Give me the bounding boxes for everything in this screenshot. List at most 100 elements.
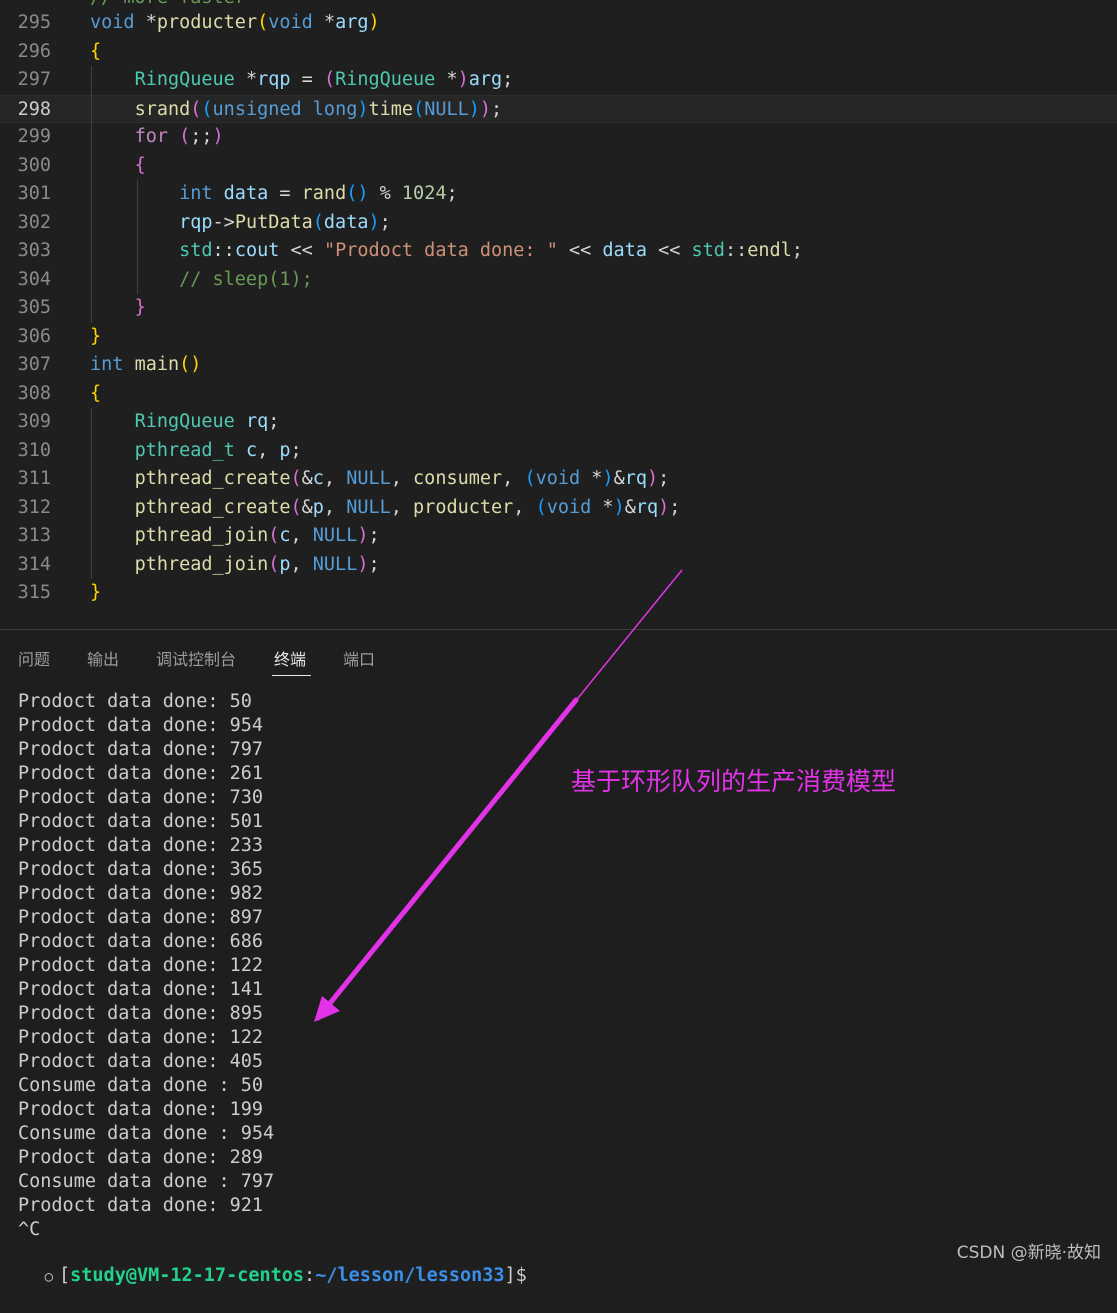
active-tab-underline — [272, 675, 311, 676]
terminal-line: Prodoct data done: 122 — [18, 955, 264, 976]
code-text: RingQueue *rqp = (RingQueue *)arg; — [134, 69, 514, 90]
indent-guide — [91, 408, 92, 579]
code-text: RingQueue rq; — [134, 411, 280, 432]
terminal-line: Prodoct data done: 141 — [18, 979, 264, 1000]
code-text: { — [90, 382, 102, 404]
indent-guide — [137, 180, 138, 294]
code-line[interactable]: 309 RingQueue rq; — [0, 408, 1117, 437]
code-text: rqp->PutData(data); — [179, 211, 391, 233]
code-line[interactable]: 311 pthread_create(&c, NULL, consumer, (… — [0, 465, 1117, 494]
code-line[interactable]: 312 pthread_create(&p, NULL, producter, … — [0, 494, 1117, 523]
prompt-path: ~/lesson/lesson33 — [315, 1265, 505, 1286]
line-number: 303 — [17, 240, 51, 261]
bottom-panel: 问题 输出 调试控制台 终端 端口 Prodoct data done: 50 P… — [0, 630, 1117, 1286]
line-number: 297 — [17, 69, 51, 90]
code-line[interactable]: 304 // sleep(1); — [0, 266, 1117, 295]
code-text: pthread_join(p, NULL); — [134, 553, 380, 575]
code-text: pthread_create(&p, NULL, producter, (voi… — [134, 496, 681, 518]
code-text: srand((unsigned long)time(NULL)); — [134, 98, 503, 120]
line-number: 310 — [17, 439, 51, 461]
code-editor[interactable]: // more faster 295 void *producter(void *… — [0, 0, 1117, 629]
terminal-line: Prodoct data done: 897 — [18, 907, 264, 928]
code-line[interactable]: 296 { — [0, 38, 1117, 67]
tab-ports[interactable]: 端口 — [343, 646, 375, 670]
code-line[interactable]: 302 rqp->PutData(data); — [0, 209, 1117, 238]
code-line[interactable]: 314 pthread_join(p, NULL); — [0, 551, 1117, 580]
line-number: 298 — [17, 98, 51, 120]
comment-text: // more faster — [90, 0, 246, 8]
terminal-line: Prodoct data done: 233 — [18, 835, 264, 856]
line-number: 300 — [17, 154, 51, 176]
terminal-line: Prodoct data done: 50 — [18, 691, 252, 712]
terminal-line: Prodoct data done: 261 — [18, 763, 264, 784]
code-text: // sleep(1); — [179, 268, 313, 290]
code-text: int data = rand() % 1024; — [179, 183, 458, 204]
terminal-line: Prodoct data done: 686 — [18, 931, 264, 952]
line-number: 299 — [17, 126, 51, 147]
tab-output[interactable]: 输出 — [87, 646, 119, 670]
code-line[interactable]: 300 { — [0, 152, 1117, 181]
indent-guide — [91, 66, 92, 323]
terminal-line: Prodoct data done: 730 — [18, 787, 264, 808]
line-number: 296 — [17, 40, 51, 62]
panel-tab-bar: 问题 输出 调试控制台 终端 端口 — [0, 630, 1117, 678]
code-text: void *producter(void *arg) — [90, 12, 380, 33]
line-number: 304 — [17, 268, 51, 290]
terminal-line: Prodoct data done: 797 — [18, 739, 264, 760]
line-number: 314 — [17, 553, 51, 575]
terminal-line: Prodoct data done: 921 — [18, 1195, 264, 1216]
terminal-line: Consume data done : 797 — [18, 1171, 275, 1192]
code-line[interactable]: 297 RingQueue *rqp = (RingQueue *)arg; — [0, 66, 1117, 95]
line-number: 309 — [17, 411, 51, 432]
prompt-user-host: study@VM-12-17-centos — [70, 1265, 305, 1286]
code-line[interactable]: 301 int data = rand() % 1024; — [0, 180, 1117, 209]
code-line[interactable]: 295 void *producter(void *arg) — [0, 9, 1117, 38]
line-number: 306 — [17, 325, 51, 347]
terminal-line: ^C — [18, 1219, 41, 1240]
code-text: } — [90, 582, 102, 603]
code-line[interactable]: 299 for (;;) — [0, 123, 1117, 152]
code-line[interactable]: 298 srand((unsigned long)time(NULL)); — [0, 94, 1117, 123]
terminal-line: Consume data done : 954 — [18, 1123, 275, 1144]
terminal-line: Prodoct data done: 982 — [18, 883, 264, 904]
line-number: 313 — [17, 525, 51, 546]
tab-debug-console[interactable]: 调试控制台 — [156, 646, 236, 670]
code-line[interactable]: 307 int main() — [0, 351, 1117, 380]
code-text: std::cout << "Prodoct data done: " << da… — [179, 240, 803, 261]
code-line[interactable]: 308 { — [0, 380, 1117, 409]
code-line[interactable]: 303 std::cout << "Prodoct data done: " <… — [0, 237, 1117, 266]
terminal-line: Prodoct data done: 122 — [18, 1027, 264, 1048]
line-number: 311 — [17, 468, 51, 489]
code-text: } — [134, 297, 146, 318]
prompt-close: ]$ — [504, 1265, 527, 1286]
code-line[interactable]: 313 pthread_join(c, NULL); — [0, 522, 1117, 551]
code-line[interactable]: 315} — [0, 579, 1117, 608]
code-line[interactable]: 310 pthread_t c, p; — [0, 437, 1117, 466]
tab-problems[interactable]: 问题 — [18, 646, 50, 670]
code-text: { — [134, 154, 146, 176]
watermark: CSDN @新晓·故知 — [956, 1243, 1101, 1263]
terminal-line: Prodoct data done: 895 — [18, 1003, 264, 1024]
terminal-line: Consume data done : 50 — [18, 1075, 264, 1096]
code-text: } — [90, 325, 102, 347]
code-line[interactable]: 305 } — [0, 294, 1117, 323]
line-number: 301 — [17, 183, 51, 204]
line-number: 295 — [17, 12, 51, 33]
line-number: 307 — [17, 354, 51, 375]
terminal-line: Prodoct data done: 289 — [18, 1147, 264, 1168]
terminal-line: Prodoct data done: 199 — [18, 1099, 264, 1120]
code-text: { — [90, 40, 102, 62]
prompt-separator: : — [304, 1265, 316, 1286]
code-text: for (;;) — [134, 126, 224, 147]
line-number: 308 — [17, 382, 51, 404]
tab-terminal[interactable]: 终端 — [274, 646, 306, 670]
terminal-line: Prodoct data done: 405 — [18, 1051, 264, 1072]
line-number: 312 — [17, 496, 51, 518]
code-line[interactable]: 306} — [0, 323, 1117, 352]
terminal-prompt[interactable]: ○ [study@VM-12-17-centos:~/lesson/lesson3… — [0, 1240, 527, 1313]
code-text: pthread_t c, p; — [134, 439, 302, 461]
code-text: pthread_join(c, NULL); — [134, 525, 380, 546]
code-text: int main() — [90, 354, 202, 375]
terminal-output[interactable]: Prodoct data done: 50 Prodoct data done: … — [18, 690, 274, 1242]
terminal-line: Prodoct data done: 365 — [18, 859, 264, 880]
